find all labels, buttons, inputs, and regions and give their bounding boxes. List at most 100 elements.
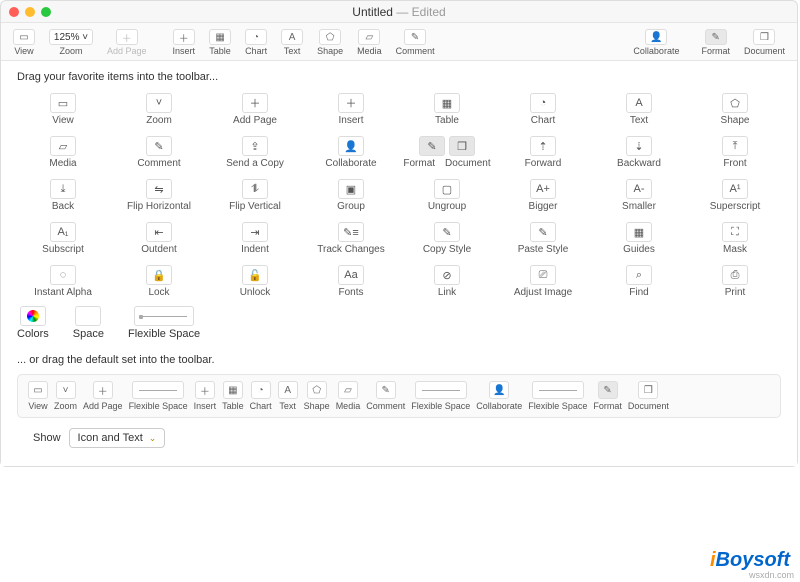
instruction-drag: Drag your favorite items into the toolba… — [17, 71, 781, 83]
palette-bigger[interactable]: A+Bigger — [497, 177, 589, 214]
toolbar-shape[interactable]: ⬠ Shape — [311, 27, 349, 58]
palette-zoom[interactable]: ˅Zoom — [113, 91, 205, 128]
chart-icon: ◔ — [251, 381, 271, 399]
default-flex2[interactable]: Flexible Space — [409, 381, 472, 411]
toolbar-document[interactable]: ❒ Document — [738, 27, 791, 58]
palette-media[interactable]: ▱Media — [17, 134, 109, 171]
palette-collaborate[interactable]: 👤Collaborate — [305, 134, 397, 171]
chart-icon: ◔ — [530, 93, 556, 113]
palette-extras-row: Colors Space Flexible Space — [17, 306, 781, 340]
palette-lock[interactable]: 🔒Lock — [113, 263, 205, 300]
palette-view[interactable]: ▭View — [17, 91, 109, 128]
add-page-icon: ＋ — [116, 29, 138, 45]
palette-group[interactable]: ▣Group — [305, 177, 397, 214]
front-icon: ⤒ — [722, 136, 748, 156]
palette-fonts[interactable]: AaFonts — [305, 263, 397, 300]
toolbar-view[interactable]: ▭ View — [7, 27, 41, 58]
default-flex3[interactable]: Flexible Space — [526, 381, 589, 411]
group-icon: ▣ — [338, 179, 364, 199]
format-icon: ✎ — [705, 29, 727, 45]
palette-link[interactable]: ⊘Link — [401, 263, 493, 300]
palette-chart[interactable]: ◔Chart — [497, 91, 589, 128]
send-copy-icon: ⇪ — [242, 136, 268, 156]
toolbar-table[interactable]: ▦ Table — [203, 27, 237, 58]
palette-instant-alpha[interactable]: ◌Instant Alpha — [17, 263, 109, 300]
media-icon: ▱ — [358, 29, 380, 45]
toolbar-text[interactable]: A Text — [275, 27, 309, 58]
toolbar-format[interactable]: ✎ Format — [695, 27, 736, 58]
palette-smaller[interactable]: A-Smaller — [593, 177, 685, 214]
smaller-icon: A- — [626, 179, 652, 199]
palette-find[interactable]: ⌕Find — [593, 263, 685, 300]
palette-unlock[interactable]: 🔓Unlock — [209, 263, 301, 300]
palette-comment[interactable]: ✎Comment — [113, 134, 205, 171]
palette-paste-style[interactable]: ✎Paste Style — [497, 220, 589, 257]
palette-shape[interactable]: ⬠Shape — [689, 91, 781, 128]
palette-flexible-space[interactable]: Flexible Space — [128, 306, 200, 340]
insert-icon: ＋ — [173, 29, 195, 45]
palette-guides[interactable]: ▦Guides — [593, 220, 685, 257]
default-add-page[interactable]: ＋ Add Page — [81, 381, 125, 411]
default-comment[interactable]: ✎ Comment — [364, 381, 407, 411]
zoom-value-icon: 125% ˅ — [49, 29, 93, 45]
palette-backward[interactable]: ⇣Backward — [593, 134, 685, 171]
toolbar-comment[interactable]: ✎ Comment — [390, 27, 441, 58]
palette-space[interactable]: Space — [73, 306, 104, 340]
toolbar-chart[interactable]: ◔ Chart — [239, 27, 273, 58]
media-icon: ▱ — [50, 136, 76, 156]
palette-copy-style[interactable]: ✎Copy Style — [401, 220, 493, 257]
default-insert[interactable]: ＋ Insert — [192, 381, 219, 411]
lock-icon: 🔒 — [146, 265, 172, 285]
table-icon: ▦ — [434, 93, 460, 113]
palette-send-copy[interactable]: ⇪Send a Copy — [209, 134, 301, 171]
flexible-space-icon — [415, 381, 467, 399]
palette-mask[interactable]: ⛶Mask — [689, 220, 781, 257]
close-window-button[interactable] — [9, 7, 19, 17]
palette-flip-horizontal[interactable]: ⇋Flip Horizontal — [113, 177, 205, 214]
palette-format[interactable]: ✎❒FormatDocument — [401, 134, 493, 171]
show-select[interactable]: Icon and Text ⌄ — [69, 428, 166, 448]
default-flex1[interactable]: Flexible Space — [127, 381, 190, 411]
palette-print[interactable]: ⎙Print — [689, 263, 781, 300]
toolbar-add-page[interactable]: ＋ Add Page — [101, 27, 153, 58]
palette-outdent[interactable]: ⇤Outdent — [113, 220, 205, 257]
default-table[interactable]: ▦ Table — [220, 381, 246, 411]
default-media[interactable]: ▱ Media — [334, 381, 363, 411]
default-chart[interactable]: ◔ Chart — [248, 381, 274, 411]
minimize-window-button[interactable] — [25, 7, 35, 17]
palette-front[interactable]: ⤒Front — [689, 134, 781, 171]
colors-icon — [20, 306, 46, 326]
palette-add-page[interactable]: ＋Add Page — [209, 91, 301, 128]
palette-indent[interactable]: ⇥Indent — [209, 220, 301, 257]
palette-track-changes[interactable]: ✎≡Track Changes — [305, 220, 397, 257]
flexible-space-icon — [532, 381, 584, 399]
default-zoom[interactable]: ˅ Zoom — [52, 381, 79, 411]
toolbar-collaborate[interactable]: 👤 Collaborate — [627, 27, 685, 58]
default-view[interactable]: ▭ View — [26, 381, 50, 411]
palette-ungroup[interactable]: ▢Ungroup — [401, 177, 493, 214]
default-toolbar-set[interactable]: ▭ View ˅ Zoom ＋ Add Page Flexible Space … — [17, 374, 781, 418]
default-collaborate[interactable]: 👤 Collaborate — [474, 381, 524, 411]
default-text[interactable]: A Text — [276, 381, 300, 411]
format-icon: ✎ — [598, 381, 618, 399]
toolbar-media[interactable]: ▱ Media — [351, 27, 388, 58]
palette-flip-vertical[interactable]: ⥮Flip Vertical — [209, 177, 301, 214]
palette-text[interactable]: AText — [593, 91, 685, 128]
zoom-window-button[interactable] — [41, 7, 51, 17]
outdent-icon: ⇤ — [146, 222, 172, 242]
palette-table[interactable]: ▦Table — [401, 91, 493, 128]
toolbar-insert[interactable]: ＋ Insert — [167, 27, 202, 58]
palette-insert[interactable]: ＋Insert — [305, 91, 397, 128]
media-icon: ▱ — [338, 381, 358, 399]
palette-superscript[interactable]: A¹Superscript — [689, 177, 781, 214]
toolbar-zoom[interactable]: 125% ˅ Zoom — [43, 27, 99, 58]
palette-subscript[interactable]: A₁Subscript — [17, 220, 109, 257]
palette-back[interactable]: ⤓Back — [17, 177, 109, 214]
default-shape[interactable]: ⬠ Shape — [302, 381, 332, 411]
default-document[interactable]: ❒ Document — [626, 381, 671, 411]
palette-adjust-image[interactable]: ⎚Adjust Image — [497, 263, 589, 300]
palette-colors[interactable]: Colors — [17, 306, 49, 340]
find-icon: ⌕ — [626, 265, 652, 285]
default-format[interactable]: ✎ Format — [591, 381, 624, 411]
palette-forward[interactable]: ⇡Forward — [497, 134, 589, 171]
